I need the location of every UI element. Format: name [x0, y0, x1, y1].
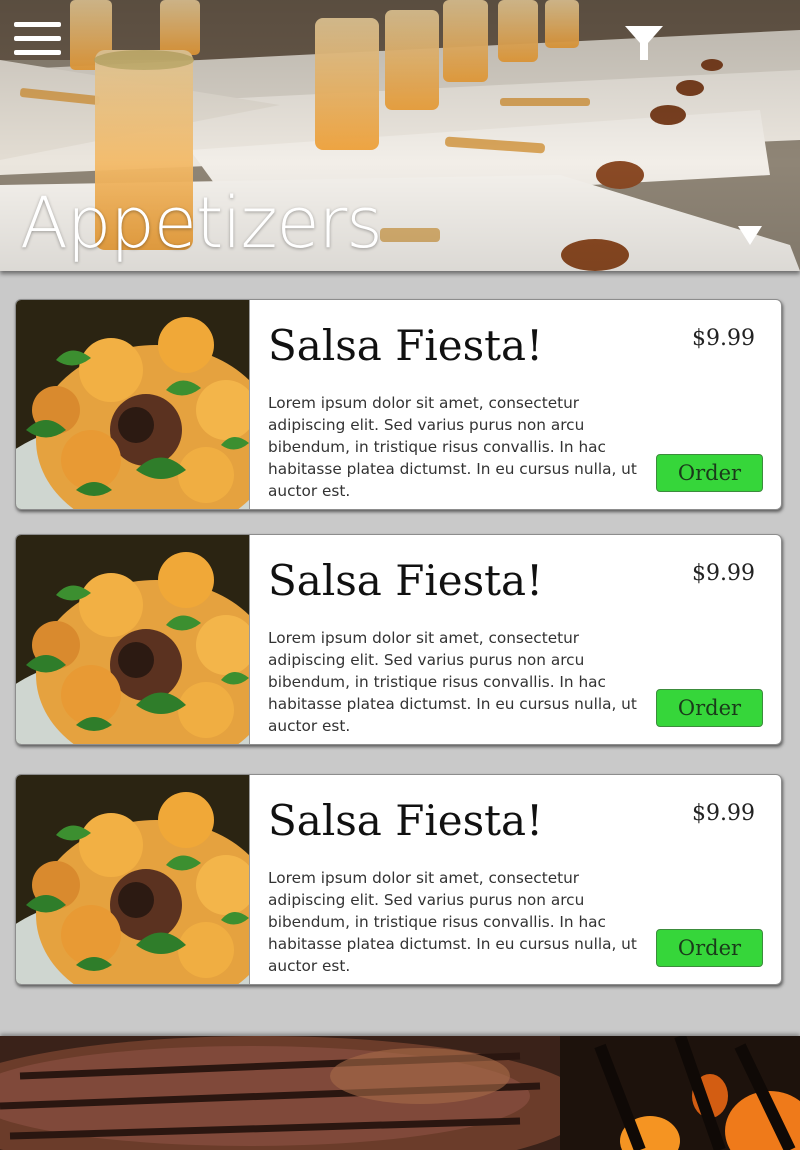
hamburger-line — [14, 22, 61, 27]
dish-photo — [16, 535, 250, 744]
dish-description: Lorem ipsum dolor sit amet, consectetur … — [268, 869, 637, 975]
menu-item-card: Salsa Fiesta! $9.99 Lorem ipsum dolor si… — [15, 774, 782, 985]
dish-description: Lorem ipsum dolor sit amet, consectetur … — [268, 394, 637, 500]
dish-name: Salsa Fiesta! — [268, 321, 543, 370]
dish-name: Salsa Fiesta! — [268, 556, 543, 605]
hamburger-line — [14, 50, 61, 55]
order-button[interactable]: Order — [656, 929, 763, 967]
dish-price: $9.99 — [692, 561, 755, 586]
filter-icon[interactable] — [624, 24, 664, 62]
menu-item-card: Salsa Fiesta! $9.99 Lorem ipsum dolor si… — [15, 534, 782, 745]
category-header: Appetizers — [0, 0, 800, 271]
grilled-steak-photo — [0, 1036, 800, 1150]
menu-screen: Appetizers Salsa Fiesta! $9.99 Lorem ips… — [0, 0, 800, 1150]
next-category-banner[interactable] — [0, 1036, 800, 1150]
hamburger-menu-icon[interactable] — [14, 22, 62, 56]
hamburger-line — [14, 36, 61, 41]
dish-price: $9.99 — [692, 326, 755, 351]
order-button[interactable]: Order — [656, 454, 763, 492]
caret-down-icon[interactable] — [737, 224, 763, 246]
dish-price: $9.99 — [692, 801, 755, 826]
menu-item-card: Salsa Fiesta! $9.99 Lorem ipsum dolor si… — [15, 299, 782, 510]
order-button[interactable]: Order — [656, 689, 763, 727]
category-title: Appetizers — [20, 182, 383, 264]
dish-description: Lorem ipsum dolor sit amet, consectetur … — [268, 629, 637, 735]
dish-photo — [16, 300, 250, 509]
dish-photo — [16, 775, 250, 984]
dish-name: Salsa Fiesta! — [268, 796, 543, 845]
